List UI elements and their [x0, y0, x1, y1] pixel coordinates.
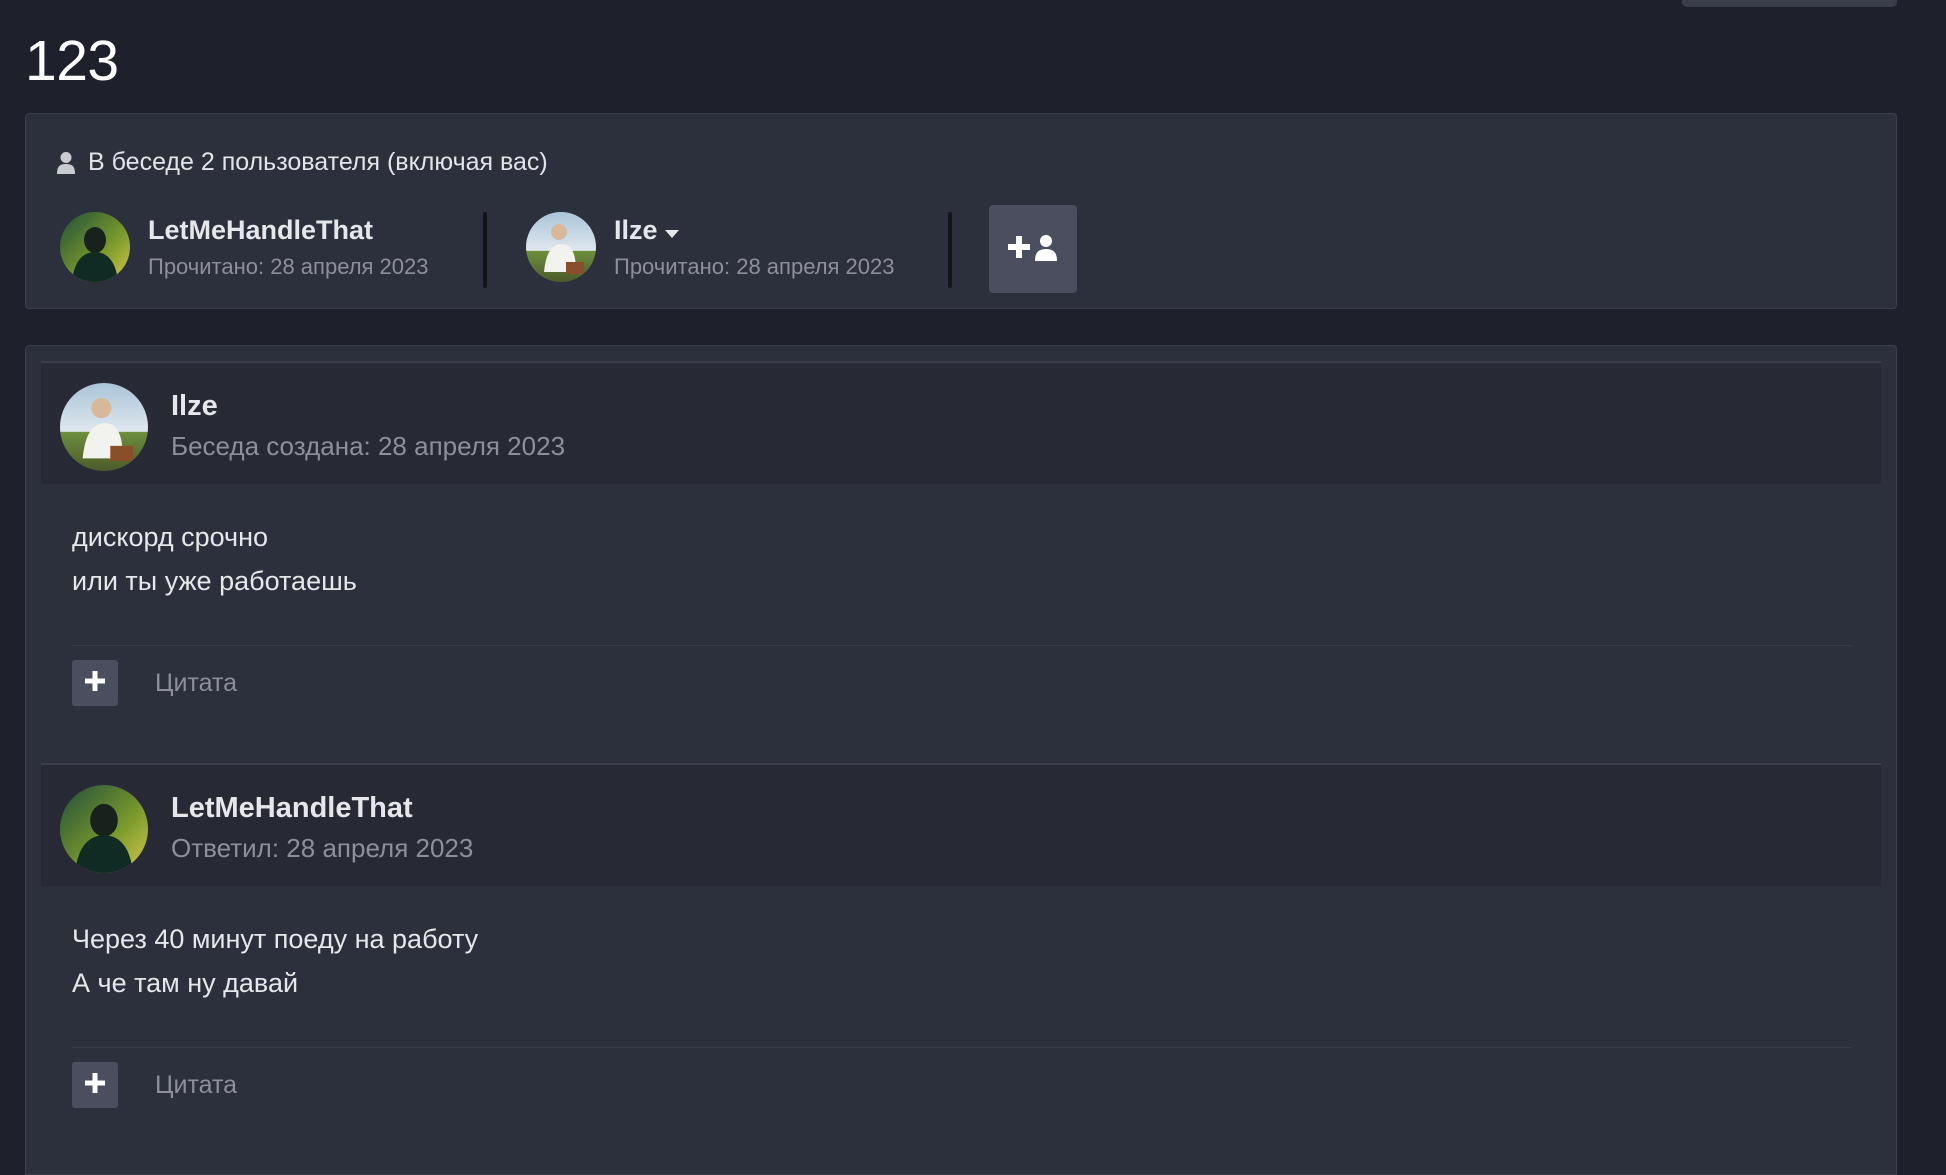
page-title: 123 [25, 29, 119, 93]
quote-button[interactable]: Цитата [155, 669, 237, 698]
message-body: дискорд срочно или ты уже работаешь [72, 515, 357, 603]
avatar[interactable] [526, 212, 596, 282]
message-header: Ilze Беседа создана: 28 апреля 2023 [41, 361, 1881, 484]
message-meta: Беседа создана: 28 апреля 2023 [171, 431, 566, 461]
message-line: или ты уже работаешь [72, 566, 357, 596]
message-actions: Цитата [72, 660, 237, 706]
message-line: Через 40 минут поеду на работу [72, 924, 479, 954]
participant-name-text: Ilze [614, 214, 658, 245]
add-user-icon [1005, 231, 1061, 268]
conversation-panel: Ilze Беседа создана: 28 апреля 2023 диск… [25, 345, 1897, 1175]
avatar[interactable] [60, 383, 148, 471]
message-author[interactable]: Ilze [171, 390, 218, 423]
divider [72, 645, 1852, 646]
participants-heading: В беседе 2 пользователя (включая вас) [56, 148, 548, 177]
message-header: LetMeHandleThat Ответил: 28 апреля 2023 [41, 763, 1881, 886]
message-meta: Ответил: 28 апреля 2023 [171, 833, 474, 863]
divider [72, 1047, 1852, 1048]
participants-heading-text: В беседе 2 пользователя (включая вас) [88, 148, 548, 176]
add-user-button[interactable] [989, 205, 1077, 293]
participant-letmehandlethat: LetMeHandleThat Прочитано: 28 апреля 202… [60, 212, 429, 282]
participants-panel: В беседе 2 пользователя (включая вас) Le… [25, 113, 1897, 309]
message-actions: Цитата [72, 1062, 237, 1108]
divider [948, 212, 952, 288]
top-action-button[interactable] [1682, 0, 1897, 7]
participant-ilze: Ilze Прочитано: 28 апреля 2023 [526, 212, 895, 282]
participant-name[interactable]: LetMeHandleThat [148, 215, 429, 246]
participant-read-status: Прочитано: 28 апреля 2023 [614, 253, 895, 279]
message-line: дискорд срочно [72, 522, 269, 552]
avatar[interactable] [60, 212, 130, 282]
participant-name[interactable]: Ilze [614, 215, 895, 246]
plus-icon [85, 670, 105, 696]
multi-quote-button[interactable] [72, 1062, 118, 1108]
plus-icon [85, 1072, 105, 1098]
message-line: А че там ну давай [72, 968, 299, 998]
chevron-down-icon[interactable] [664, 215, 680, 246]
divider [483, 212, 487, 288]
participant-read-status: Прочитано: 28 апреля 2023 [148, 253, 429, 279]
user-icon [56, 151, 76, 175]
message-body: Через 40 минут поеду на работу А че там … [72, 917, 478, 1005]
quote-button[interactable]: Цитата [155, 1071, 237, 1100]
avatar[interactable] [60, 785, 148, 873]
message-author[interactable]: LetMeHandleThat [171, 792, 413, 825]
multi-quote-button[interactable] [72, 660, 118, 706]
